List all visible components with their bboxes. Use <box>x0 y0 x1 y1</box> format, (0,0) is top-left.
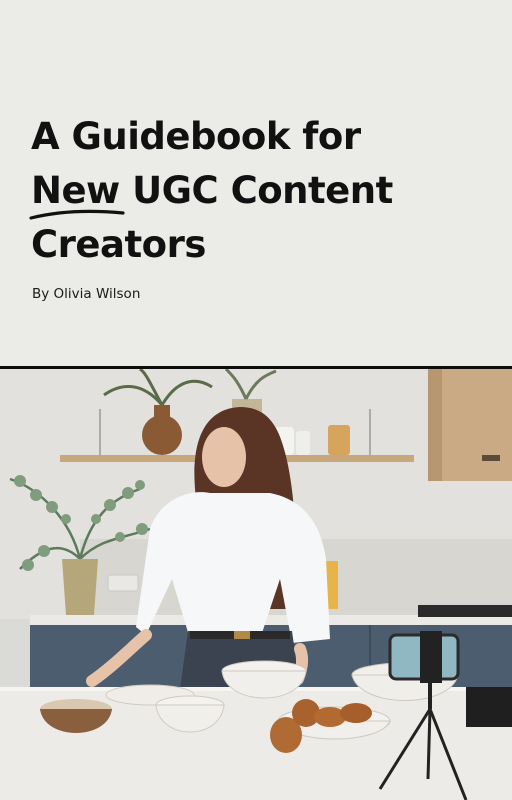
kitchen-scene-illustration <box>0 369 512 800</box>
title-word-new: New <box>31 169 120 212</box>
kitchen-photo <box>0 369 512 800</box>
title-line-3: Creators <box>31 223 206 266</box>
title-line-2: New UGC Content <box>29 164 491 220</box>
title-line-2-rest: UGC Content <box>119 169 393 212</box>
underline-stroke-icon <box>29 209 125 220</box>
title-highlight-word: New <box>29 164 125 220</box>
cover-header: A Guidebook for New UGC Content Creators… <box>0 0 512 366</box>
author-byline: By Olivia Wilson <box>32 286 141 302</box>
title-line-1: A Guidebook for <box>31 115 361 158</box>
cover-title: A Guidebook for New UGC Content Creators <box>29 110 491 272</box>
